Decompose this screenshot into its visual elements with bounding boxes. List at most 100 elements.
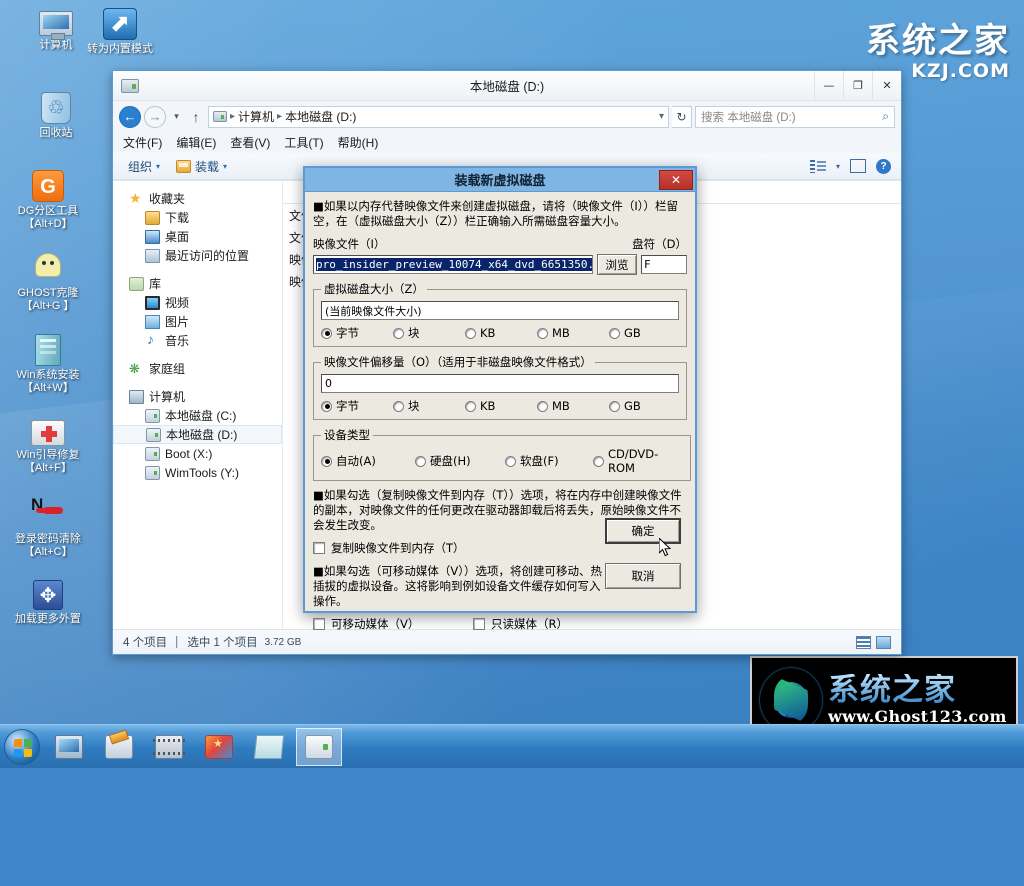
radio-label: 硬盘(H)	[430, 453, 471, 469]
navpane-item-favorites-0[interactable]: 下载	[113, 208, 282, 227]
dialog-title-bar[interactable]: 装载新虚拟磁盘 ✕	[305, 168, 695, 192]
view-options-icon[interactable]	[810, 160, 826, 173]
help-icon[interactable]: ?	[876, 159, 891, 174]
breadcrumb-part-0[interactable]: 计算机	[238, 108, 274, 125]
size-unit-kb[interactable]: KB	[465, 326, 537, 340]
offset-unit-块[interactable]: 块	[393, 398, 465, 414]
size-input[interactable]: (当前映像文件大小)	[321, 301, 679, 320]
switch-internal-mode-icon	[103, 8, 137, 40]
view-chevron-down-icon[interactable]: ▾	[836, 162, 840, 171]
radio-label: 自动(A)	[336, 453, 376, 469]
offset-unit-字节[interactable]: 字节	[321, 398, 393, 414]
item-icon	[145, 334, 160, 348]
breadcrumb[interactable]: ▸ 计算机 ▸ 本地磁盘 (D:) ▾	[208, 106, 669, 128]
organize-button[interactable]: 组织 ▾	[123, 156, 165, 177]
breadcrumb-dropdown-icon[interactable]: ▾	[659, 111, 664, 122]
navpane-item-computer-3[interactable]: WimTools (Y:)	[113, 463, 282, 482]
desktop-icon-ghost-clone[interactable]: GHOST克隆【Alt+G 】	[6, 252, 90, 313]
taskbar-button-notepad[interactable]	[246, 728, 292, 766]
breadcrumb-part-1[interactable]: 本地磁盘 (D:)	[285, 108, 356, 125]
size-unit-块[interactable]: 块	[393, 325, 465, 341]
device-type-硬盘h[interactable]: 硬盘(H)	[415, 453, 505, 469]
navpane-item-computer[interactable]: 计算机	[113, 387, 282, 406]
offset-unit-kb[interactable]: KB	[465, 399, 537, 413]
desktop-icon-login-password-clear[interactable]: 登录密码清除【Alt+C】	[6, 498, 90, 559]
forward-button[interactable]: →	[144, 106, 166, 128]
navigation-pane: 收藏夹下载桌面最近访问的位置库视频图片音乐家庭组计算机本地磁盘 (C:)本地磁盘…	[113, 181, 283, 629]
desktop-icon-win-boot-repair[interactable]: Win引导修复【Alt+F】	[6, 416, 90, 475]
device-type-软盘f[interactable]: 软盘(F)	[505, 453, 593, 469]
readonly-media-label: 只读媒体（R）	[491, 616, 568, 632]
image-file-input[interactable]: pro_insider_preview_10074_x64_dvd_665135…	[313, 255, 593, 274]
navpane-item-libraries[interactable]: 库	[113, 274, 282, 293]
preview-pane-icon[interactable]	[850, 159, 866, 173]
computer-icon	[39, 11, 73, 36]
device-type-自动a[interactable]: 自动(A)	[321, 453, 415, 469]
radio-dot	[393, 401, 404, 412]
navpane-label: 图片	[165, 313, 189, 330]
radio-dot	[393, 328, 404, 339]
radio-dot	[321, 401, 332, 412]
mount-button[interactable]: 装载 ▾	[171, 156, 232, 177]
menu-item-1[interactable]: 编辑(E)	[176, 134, 216, 151]
size-unit-字节[interactable]: 字节	[321, 325, 393, 341]
taskbar-button-explorer-window[interactable]	[296, 728, 342, 766]
offset-value: 0	[325, 377, 332, 390]
device-type-cddvd-rom[interactable]: CD/DVD-ROM	[593, 447, 683, 475]
navpane-item-favorites-2[interactable]: 最近访问的位置	[113, 246, 282, 265]
navpane-item-computer-1[interactable]: 本地磁盘 (D:)	[113, 425, 282, 444]
taskbar[interactable]	[0, 724, 1024, 768]
large-icons-view-icon[interactable]	[876, 636, 891, 649]
taskbar-button-display-settings[interactable]	[46, 728, 92, 766]
menu-item-4[interactable]: 帮助(H)	[338, 134, 379, 151]
navpane-item-computer-2[interactable]: Boot (X:)	[113, 444, 282, 463]
history-dropdown-icon[interactable]: ▾	[169, 106, 184, 128]
removable-media-checkbox[interactable]: 可移动媒体（V）	[313, 616, 473, 632]
window-title-bar[interactable]: 本地磁盘 (D:) — ❐ ✕	[113, 71, 901, 101]
radio-dot	[465, 328, 476, 339]
taskbar-button-apps-launcher[interactable]	[196, 728, 242, 766]
size-unit-radios: 字节块 KB MBGB	[321, 325, 679, 341]
taskbar-button-disk-cleanup[interactable]	[96, 728, 142, 766]
menu-item-3[interactable]: 工具(T)	[284, 134, 323, 151]
navpane-item-libraries-0[interactable]: 视频	[113, 293, 282, 312]
readonly-media-checkbox[interactable]: 只读媒体（R）	[473, 616, 568, 632]
navpane-item-libraries-1[interactable]: 图片	[113, 312, 282, 331]
radio-label: KB	[480, 326, 495, 340]
radio-dot	[593, 456, 604, 467]
menu-item-2[interactable]: 查看(V)	[230, 134, 270, 151]
desktop-icon-load-more-external[interactable]: 加载更多外置	[6, 580, 90, 626]
image-file-label: 映像文件（I）	[313, 236, 385, 252]
virtual-disk-size-group: 虚拟磁盘大小（Z） (当前映像文件大小) 字节块 KB MBGB	[313, 281, 687, 347]
mount-virtual-disk-dialog[interactable]: 装载新虚拟磁盘 ✕ ■如果以内存代替映像文件来创建虚拟磁盘，请将（映像文件（I）…	[303, 166, 697, 613]
up-button[interactable]: ↑	[187, 106, 205, 128]
offset-unit-mb[interactable]: MB	[537, 399, 609, 413]
desktop-icon-dg-partition-tool[interactable]: DG分区工具【Alt+D】	[6, 170, 90, 231]
size-group-legend: 虚拟磁盘大小（Z）	[321, 281, 427, 297]
desktop-icon-recycle-bin[interactable]: 回收站	[14, 92, 98, 140]
size-unit-mb[interactable]: MB	[537, 326, 609, 340]
offset-unit-gb[interactable]: GB	[609, 399, 669, 413]
desktop-icon-switch-internal-mode[interactable]: 转为内置模式	[78, 8, 162, 56]
navpane-item-computer-0[interactable]: 本地磁盘 (C:)	[113, 406, 282, 425]
offset-input[interactable]: 0	[321, 374, 679, 393]
search-input[interactable]: 搜索 本地磁盘 (D:) ⌕	[695, 106, 895, 128]
desktop-icon-win-system-install[interactable]: Win系统安装【Alt+W】	[6, 334, 90, 395]
navpane-item-homegroup[interactable]: 家庭组	[113, 359, 282, 378]
drive-letter-input[interactable]: F	[641, 255, 687, 274]
win-boot-repair-icon	[31, 420, 65, 446]
browse-button[interactable]: 浏览	[597, 254, 637, 275]
navpane-group-computer: 计算机本地磁盘 (C:)本地磁盘 (D:)Boot (X:)WimTools (…	[113, 387, 282, 482]
taskbar-button-hardware-info[interactable]	[146, 728, 192, 766]
size-unit-gb[interactable]: GB	[609, 326, 669, 340]
cancel-button[interactable]: 取消	[605, 563, 681, 589]
navpane-item-favorites-1[interactable]: 桌面	[113, 227, 282, 246]
back-button[interactable]: ←	[119, 106, 141, 128]
navpane-item-favorites[interactable]: 收藏夹	[113, 189, 282, 208]
navpane-item-libraries-2[interactable]: 音乐	[113, 331, 282, 350]
menu-item-0[interactable]: 文件(F)	[123, 134, 162, 151]
details-view-icon[interactable]	[856, 636, 871, 649]
refresh-button[interactable]: ↻	[672, 106, 692, 128]
navpane-label: 视频	[165, 294, 189, 311]
start-button[interactable]	[4, 729, 40, 765]
